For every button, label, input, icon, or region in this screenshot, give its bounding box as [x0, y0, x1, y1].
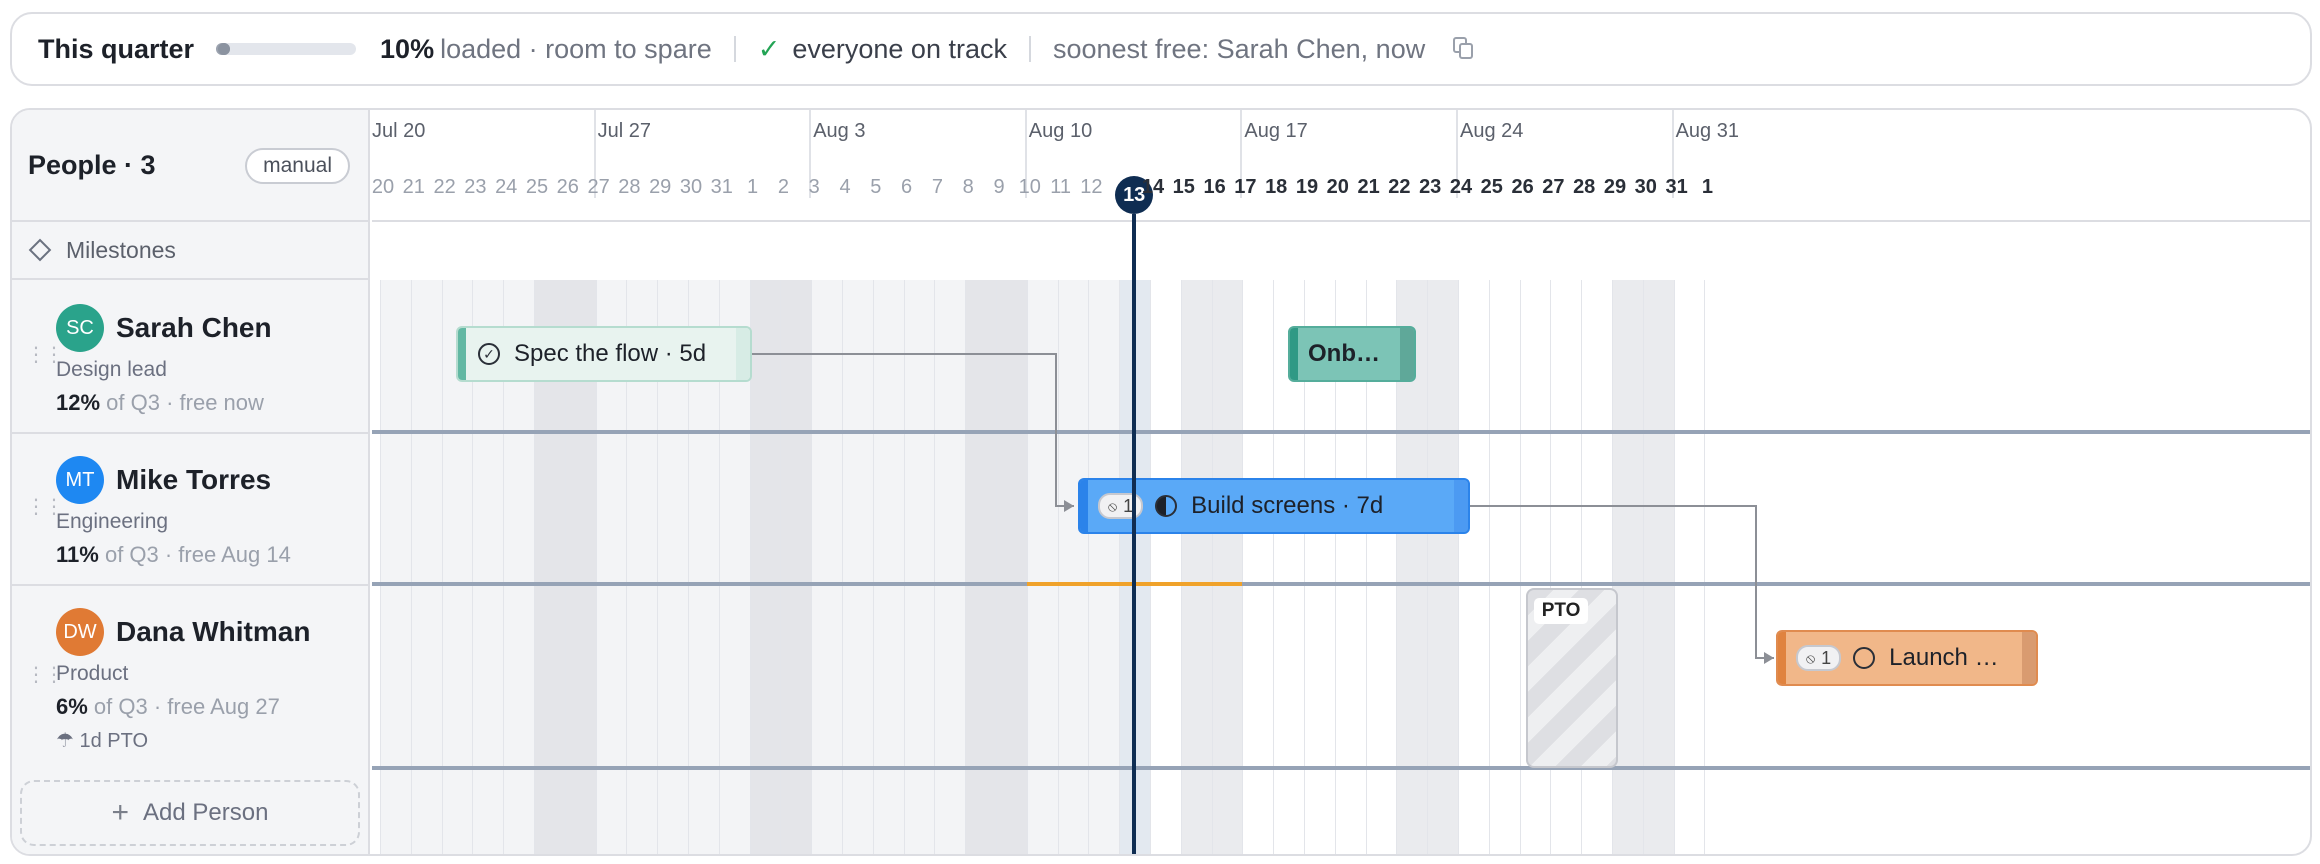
arrow-head-icon [1764, 652, 1774, 664]
blocked-count-badge: ⦸ 1 [1796, 645, 1842, 671]
bar-resize-handle[interactable] [1400, 328, 1414, 380]
bar-resize-handle[interactable] [1454, 480, 1468, 532]
copy-icon[interactable] [1453, 37, 1475, 61]
person-load: 6% of Q3 · free Aug 27 [56, 694, 280, 719]
person-name: Dana Whitman [116, 616, 311, 647]
people-header: People · 3 manual [12, 110, 368, 222]
people-panel: People · 3 manual Milestones ⋮⋮ SC Sarah… [12, 110, 370, 854]
drag-handle-icon[interactable]: ⋮⋮ [26, 665, 64, 685]
avatar: MT [56, 456, 104, 504]
check-circle-icon: ✓ [478, 343, 500, 365]
arrow-head-icon [1064, 500, 1074, 512]
blocked-icon: ⦸ [1806, 649, 1816, 666]
load-suffix: loaded · room to spare [440, 33, 712, 64]
task-label: Build screens · 7d [1191, 492, 1384, 519]
person-name: Sarah Chen [116, 312, 272, 343]
empty-circle-icon [1853, 647, 1876, 669]
add-person-button[interactable]: + Add Person [20, 780, 360, 846]
calendar-grid: Jul 20 Jul 27 Aug 3 Aug 10 Aug 17 Aug 24 Aug 3… [372, 110, 2310, 854]
bar-start-cap [1778, 632, 1786, 684]
person-load: 11% of Q3 · free Aug 14 [56, 542, 291, 567]
drag-handle-icon[interactable]: ⋮⋮ [26, 497, 64, 517]
avatar: DW [56, 608, 104, 656]
quarter-summary-bar: This quarter 10% loaded · room to spare … [10, 12, 2312, 86]
drag-handle-icon[interactable]: ⋮⋮ [26, 345, 64, 365]
sort-mode-toggle[interactable]: manual [245, 148, 350, 184]
milestones-row-label: Milestones [12, 222, 368, 280]
pto-label: PTO [1533, 598, 1589, 624]
half-circle-icon [1155, 495, 1178, 517]
pto-block[interactable]: PTO [1525, 588, 1619, 768]
task-bar[interactable]: Onb… [1288, 326, 1416, 382]
people-count: People · 3 [28, 149, 156, 180]
diamond-icon [28, 238, 52, 262]
plus-icon: + [111, 796, 130, 829]
blocked-icon: ⦸ [1108, 497, 1118, 514]
summary-title: This quarter [38, 33, 195, 64]
task-bar[interactable]: ✓ Spec the flow · 5d [456, 326, 752, 382]
person-load: 12% of Q3 · free now [56, 390, 264, 415]
today-line [1132, 214, 1137, 854]
dependency-connector [750, 353, 1074, 507]
load-progress-dot [218, 43, 231, 55]
load-progress-bar [216, 43, 357, 55]
person-role: Engineering [56, 510, 169, 533]
person-row-dana-whitman[interactable]: ⋮⋮ DW Dana Whitman Product 6% of Q3 · fr… [12, 586, 368, 768]
person-name: Mike Torres [116, 464, 272, 495]
add-person-label: Add Person [143, 799, 269, 826]
dependency-connector [1464, 505, 1774, 659]
timeline-board: People · 3 manual Milestones ⋮⋮ SC Sarah… [10, 108, 2312, 856]
umbrella-icon: ☂ [56, 730, 74, 752]
person-role: Design lead [56, 358, 167, 381]
person-role: Product [56, 662, 129, 685]
task-label: Launch … [1889, 644, 1999, 671]
task-bar[interactable]: ⦸ 1 Launch … [1776, 630, 2038, 686]
pto-note: ☂ 1d PTO [56, 730, 149, 752]
bar-resize-handle[interactable] [2022, 632, 2036, 684]
check-icon: ✓ [757, 33, 781, 64]
person-row-sarah-chen[interactable]: ⋮⋮ SC Sarah Chen Design lead 12% of Q3 ·… [12, 282, 368, 434]
task-bar[interactable]: ⦸ 1 Build screens · 7d [1078, 478, 1470, 534]
bar-start-cap [458, 328, 466, 380]
divider [733, 36, 736, 62]
person-row-mike-torres[interactable]: ⋮⋮ MT Mike Torres Engineering 11% of Q3 … [12, 434, 368, 586]
avatar: SC [56, 304, 104, 352]
bar-resize-handle[interactable] [736, 328, 750, 380]
milestones-label: Milestones [66, 236, 176, 263]
task-label: Onb… [1308, 340, 1380, 367]
bar-start-cap [1080, 480, 1088, 532]
blocked-count-badge: ⦸ 1 [1098, 493, 1144, 519]
status-text: everyone on track [792, 33, 1007, 64]
divider [1028, 36, 1031, 62]
bar-start-cap [1290, 328, 1298, 380]
load-percent: 10% [380, 33, 435, 64]
soonest-free-text: soonest free: Sarah Chen, now [1052, 33, 1426, 64]
task-label: Spec the flow · 5d [514, 340, 707, 367]
